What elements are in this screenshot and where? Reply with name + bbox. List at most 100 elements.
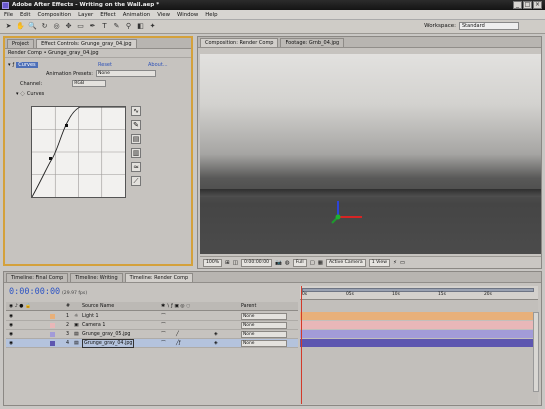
channel-dropdown[interactable]: RGB — [72, 80, 107, 87]
visibility-eye-icon[interactable]: ◉ — [9, 339, 13, 348]
eraser-tool-icon[interactable]: ◧ — [136, 22, 145, 31]
effect-switch-icon[interactable]: ╱ƒ — [176, 339, 181, 348]
bezier-curve-tool-icon[interactable]: ∿ — [131, 106, 141, 116]
tab-effect-controls[interactable]: Effect Controls: Grunge_gray_04.jpg — [36, 39, 137, 48]
hand-tool-icon[interactable]: ✋ — [16, 22, 25, 31]
layer-name[interactable]: Camera 1 — [82, 321, 105, 330]
menu-file[interactable]: File — [4, 12, 13, 18]
tab-footage[interactable]: Footage: Grnb_04.jpg — [280, 38, 345, 47]
smooth-curve-icon[interactable]: ≈ — [131, 162, 141, 172]
puppet-tool-icon[interactable]: ✦ — [148, 22, 157, 31]
menu-effect[interactable]: Effect — [100, 12, 116, 18]
pen-tool-icon[interactable]: ✒ — [88, 22, 97, 31]
parent-dropdown[interactable]: None — [241, 322, 287, 329]
3d-layer-switch-icon[interactable]: ◈ — [214, 330, 218, 339]
time-ruler[interactable]: 0s 05s 10s 15s 20s — [300, 286, 538, 300]
menu-composition[interactable]: Composition — [37, 12, 71, 18]
curve-control-point[interactable] — [65, 124, 68, 127]
close-button[interactable]: × — [533, 1, 542, 9]
pencil-curve-tool-icon[interactable]: ✎ — [131, 120, 141, 130]
layer-duration-bar[interactable] — [300, 330, 534, 338]
tab-timeline-writing[interactable]: Timeline: Writing — [70, 273, 123, 282]
mask-tool-icon[interactable]: ▭ — [76, 22, 85, 31]
pixel-aspect-icon[interactable]: ▭ — [400, 260, 405, 266]
layer-name[interactable]: Grunge_gray_04.jpg — [82, 339, 135, 348]
workspace-dropdown[interactable]: Standard — [459, 22, 519, 30]
3d-layer-switch-icon[interactable]: ◈ — [214, 339, 218, 348]
clone-stamp-tool-icon[interactable]: ⚲ — [124, 22, 133, 31]
shy-switch-icon[interactable]: ⌒ — [161, 339, 166, 348]
menu-view[interactable]: View — [157, 12, 170, 18]
3d-axis-gizmo-icon[interactable] — [328, 199, 368, 225]
layer-row-1[interactable]: ◉ 1 ☼ Light 1 ⌒ None — [6, 312, 298, 321]
shy-switch-icon[interactable]: ⌒ — [161, 312, 166, 321]
curves-graph[interactable] — [31, 106, 126, 198]
region-of-interest-icon[interactable]: ▢ — [310, 260, 315, 266]
layer-label-color[interactable] — [50, 323, 55, 328]
timeline-scrollbar[interactable] — [533, 312, 539, 392]
menu-help[interactable]: Help — [205, 12, 217, 18]
stopwatch-icon[interactable]: ◌ — [21, 91, 25, 97]
3d-view-dropdown[interactable]: Active Camera — [326, 258, 366, 267]
tab-composition-render-comp[interactable]: Composition: Render Comp — [200, 38, 279, 47]
current-time-indicator[interactable] — [301, 286, 302, 404]
layer-duration-bar[interactable] — [300, 321, 534, 329]
minimize-button[interactable]: _ — [513, 1, 522, 9]
timeline-track-area[interactable]: 0s 05s 10s 15s 20s — [300, 286, 538, 404]
zoom-tool-icon[interactable]: 🔍 — [28, 22, 37, 31]
layer-label-color[interactable] — [50, 341, 55, 346]
layer-row-2[interactable]: ◉ 2 ▣ Camera 1 ⌒ None — [6, 321, 298, 330]
visibility-eye-icon[interactable]: ◉ — [9, 330, 13, 339]
orbit-camera-tool-icon[interactable]: ◎ — [52, 22, 61, 31]
fast-previews-icon[interactable]: ⚡ — [393, 260, 397, 266]
mask-view-icon[interactable]: ◫ — [233, 260, 238, 266]
current-time-display[interactable]: 0:00:00:00 — [240, 258, 273, 267]
expand-triangle-icon[interactable]: ▾ — [8, 62, 11, 68]
parent-dropdown[interactable]: None — [241, 340, 287, 347]
parent-dropdown[interactable]: None — [241, 331, 287, 338]
open-curve-icon[interactable]: ▤ — [131, 134, 141, 144]
effect-name[interactable]: Curves — [16, 61, 38, 68]
rotate-tool-icon[interactable]: ↻ — [40, 22, 49, 31]
layer-row-3[interactable]: ◉ 3 ▤ Grunge_gray_05.jpg ⌒ ╱ ◈ None — [6, 330, 298, 339]
save-curve-icon[interactable]: ▥ — [131, 148, 141, 158]
layer-name[interactable]: Grunge_gray_05.jpg — [82, 330, 130, 339]
maximize-button[interactable]: □ — [523, 1, 532, 9]
tab-project[interactable]: Project — [7, 39, 35, 48]
view-layout-dropdown[interactable]: 1 View — [368, 258, 390, 267]
transparency-grid-icon[interactable]: ▦ — [318, 260, 323, 266]
shy-switch-icon[interactable]: ⌒ — [161, 321, 166, 330]
current-time-timecode[interactable]: 0:00:00:00 — [9, 287, 60, 297]
safe-zones-icon[interactable]: ⊞ — [225, 260, 230, 266]
layer-name[interactable]: Light 1 — [82, 312, 99, 321]
menu-layer[interactable]: Layer — [78, 12, 93, 18]
visibility-eye-icon[interactable]: ◉ — [9, 321, 13, 330]
shy-switch-icon[interactable]: ⌒ — [161, 330, 166, 339]
layer-label-color[interactable] — [50, 314, 55, 319]
reset-curve-icon[interactable]: ⟋ — [131, 176, 141, 186]
visibility-eye-icon[interactable]: ◉ — [9, 312, 13, 321]
work-area-bar[interactable] — [302, 288, 534, 292]
fx-toggle-icon[interactable]: ƒ — [13, 62, 15, 68]
layer-duration-bar[interactable] — [300, 339, 534, 347]
layer-row-4[interactable]: ◉ 4 ▤ Grunge_gray_04.jpg ⌒ ╱ƒ ◈ None — [6, 339, 298, 348]
resolution-dropdown[interactable]: Full — [292, 258, 307, 267]
tab-timeline-render-comp[interactable]: Timeline: Render Comp — [124, 273, 194, 282]
source-name-header[interactable]: Source Name — [82, 302, 114, 311]
channel-icon[interactable]: ◍ — [285, 260, 290, 266]
curve-control-point[interactable] — [49, 157, 52, 160]
selection-tool-icon[interactable]: ➤ — [4, 22, 13, 31]
reset-link[interactable]: Reset — [98, 62, 112, 68]
layer-label-color[interactable] — [50, 332, 55, 337]
snapshot-icon[interactable]: 📷 — [275, 260, 282, 266]
composition-viewer[interactable] — [200, 54, 541, 254]
parent-dropdown[interactable]: None — [241, 313, 287, 320]
menu-animation[interactable]: Animation — [123, 12, 150, 18]
layer-duration-bar[interactable] — [300, 312, 534, 320]
about-link[interactable]: About... — [148, 62, 168, 68]
curves-expand-icon[interactable]: ▾ — [16, 91, 19, 97]
menu-window[interactable]: Window — [177, 12, 198, 18]
pan-behind-tool-icon[interactable]: ✥ — [64, 22, 73, 31]
magnification-dropdown[interactable]: 100% — [203, 258, 223, 267]
tab-timeline-final-comp[interactable]: Timeline: Final Comp — [6, 273, 69, 282]
